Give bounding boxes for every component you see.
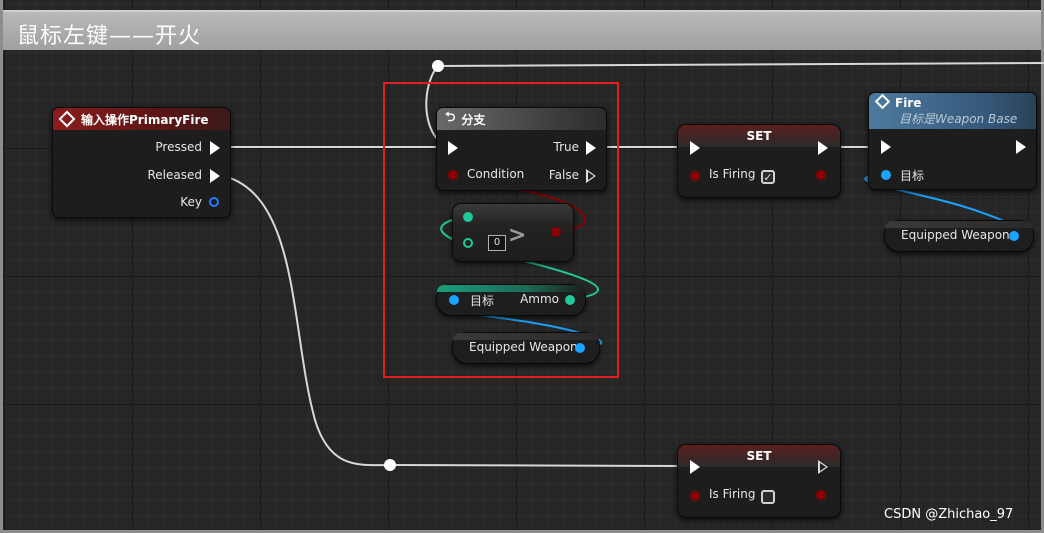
pin-label-pressed: Pressed [155, 140, 202, 154]
fire-title: Fire [895, 95, 922, 110]
object-pin-target[interactable] [449, 295, 459, 305]
object-pin-equipped-2[interactable] [1009, 231, 1019, 241]
exec-pin-fire-out[interactable] [1016, 140, 1026, 154]
set-header-bottom[interactable]: SET [678, 445, 840, 467]
int-pin-b[interactable] [463, 238, 473, 248]
exec-pin-set-bottom-in[interactable] [690, 460, 700, 474]
exec-pin-pressed[interactable] [210, 141, 220, 155]
exec-pin-set-top-out[interactable] [818, 141, 828, 155]
int-input-b[interactable]: 0 [488, 235, 506, 251]
bool-pin-set-bottom-in[interactable] [690, 491, 700, 501]
reroute-knot-bottom [384, 459, 396, 471]
set-title-bottom: SET [746, 449, 772, 463]
fire-node[interactable]: Fire 目标是Weapon Base 目标 [868, 92, 1037, 190]
int-pin-ammo[interactable] [565, 295, 575, 305]
exec-pin-fire-in[interactable] [881, 140, 891, 154]
get-ammo-node[interactable]: 目标 Ammo [436, 284, 586, 316]
pin-label-target-ammo: 目标 [470, 294, 495, 308]
pin-label-condition: Condition [467, 167, 525, 181]
fire-subtitle: 目标是Weapon Base [899, 111, 1018, 126]
set-node-bottom[interactable]: SET Is Firing [677, 444, 841, 518]
exec-pin-false[interactable] [586, 169, 596, 183]
bool-pin-set-top-out[interactable] [816, 170, 826, 180]
fire-header[interactable]: Fire 目标是Weapon Base [869, 93, 1036, 129]
set-node-top[interactable]: SET Is Firing ✓ [677, 124, 841, 198]
diamond-function-icon [874, 93, 891, 109]
exec-pin-released[interactable] [210, 169, 220, 183]
equipped-weapon-node-2[interactable]: Equipped Weapon [884, 220, 1034, 252]
reroute-knot-top [432, 60, 444, 72]
exec-pin-branch-in[interactable] [448, 141, 458, 155]
set-var-label-bottom: Is Firing [709, 487, 756, 501]
branch-node[interactable]: ⮌ 分支 True Condition False [436, 107, 607, 191]
equipped-weapon-label-1: Equipped Weapon [469, 340, 578, 354]
pin-label-ammo: Ammo [520, 292, 559, 306]
is-firing-checkbox-top[interactable]: ✓ [761, 170, 775, 184]
exec-pin-true[interactable] [586, 141, 596, 155]
input-action-header[interactable]: 输入操作PrimaryFire [53, 108, 230, 130]
fire-title-row: Fire [874, 93, 922, 110]
diamond-event-icon [58, 110, 76, 128]
set-var-label-top: Is Firing [709, 167, 756, 181]
branch-header[interactable]: ⮌ 分支 [437, 108, 606, 130]
pin-label-true: True [553, 140, 580, 154]
pin-label-key: Key [180, 195, 202, 209]
bool-pin-set-bottom-out[interactable] [816, 490, 826, 500]
bool-pin-condition[interactable] [448, 170, 458, 180]
bool-pin-result[interactable] [551, 227, 561, 237]
is-firing-checkbox-bottom[interactable] [761, 490, 775, 504]
equipped-weapon-node-1[interactable]: Equipped Weapon [452, 332, 600, 364]
object-pin-equipped-1[interactable] [575, 343, 585, 353]
object-pin-fire-target[interactable] [881, 170, 891, 180]
set-title-top: SET [746, 129, 772, 143]
equipped-weapon-label-2: Equipped Weapon [901, 228, 1010, 242]
greater-symbol: > [508, 223, 527, 248]
greater-than-node[interactable]: 0 > [452, 203, 574, 262]
input-action-node[interactable]: 输入操作PrimaryFire Pressed Released Key [52, 107, 231, 218]
struct-pin-key[interactable] [209, 197, 219, 207]
branch-icon: ⮌ [445, 110, 456, 125]
exec-pin-set-top-in[interactable] [690, 141, 700, 155]
pin-label-fire-target: 目标 [900, 169, 925, 183]
exec-pin-set-bottom-out[interactable] [818, 460, 828, 474]
branch-title: 分支 [461, 112, 486, 127]
pin-label-released: Released [147, 168, 202, 182]
pin-label-false: False [548, 168, 579, 182]
watermark-text: CSDN @Zhichao_97 [884, 507, 1014, 522]
input-action-title: 输入操作PrimaryFire [81, 112, 209, 127]
bool-pin-set-top-in[interactable] [690, 171, 700, 181]
int-pin-a[interactable] [463, 212, 473, 222]
set-header-top[interactable]: SET [678, 125, 840, 147]
